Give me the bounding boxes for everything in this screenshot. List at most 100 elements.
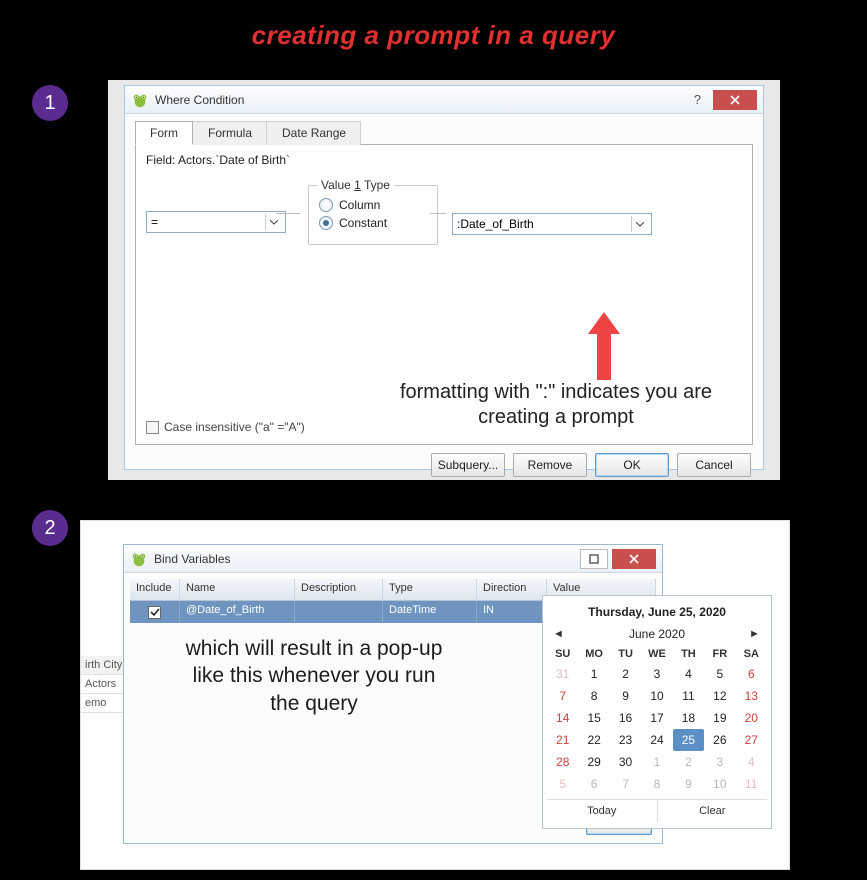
calendar-day[interactable]: 8 <box>578 685 609 707</box>
clear-button[interactable]: Clear <box>658 800 768 822</box>
radio-icon <box>319 198 333 212</box>
calendar-day[interactable]: 10 <box>641 685 672 707</box>
calendar-day[interactable]: 31 <box>547 663 578 685</box>
radio-column-label: Column <box>339 198 380 212</box>
calendar-day[interactable]: 19 <box>704 707 735 729</box>
calendar-day[interactable]: 11 <box>736 773 767 795</box>
cell-type[interactable]: DateTime <box>383 601 477 623</box>
calendar-day[interactable]: 24 <box>641 729 672 751</box>
tab-strip: Form Formula Date Range <box>135 120 753 145</box>
maximize-button[interactable] <box>580 549 608 569</box>
col-direction[interactable]: Direction <box>477 579 547 600</box>
calendar-day[interactable]: 21 <box>547 729 578 751</box>
red-arrow-annotation <box>584 310 624 380</box>
tab-formula[interactable]: Formula <box>193 121 267 145</box>
calendar-day[interactable]: 25 <box>673 729 704 751</box>
radio-constant[interactable]: Constant <box>319 216 427 230</box>
chevron-down-icon <box>265 214 281 230</box>
calendar-day[interactable]: 3 <box>641 663 672 685</box>
remove-button[interactable]: Remove <box>513 453 587 477</box>
subquery-button[interactable]: Subquery... <box>431 453 505 477</box>
calendar-day[interactable]: 6 <box>736 663 767 685</box>
cell-direction[interactable]: IN <box>477 601 547 623</box>
annotation-text-1: formatting with ":" indicates you are cr… <box>376 380 736 430</box>
today-button[interactable]: Today <box>547 800 658 822</box>
calendar-day[interactable]: 23 <box>610 729 641 751</box>
calendar-dow: TH <box>673 645 704 663</box>
page-title: creating a prompt in a query <box>0 0 867 51</box>
cell-name[interactable]: @Date_of_Birth <box>180 601 295 623</box>
step-badge-1: 1 <box>32 85 68 121</box>
calendar-day[interactable]: 16 <box>610 707 641 729</box>
frog-icon <box>130 550 148 568</box>
calendar-day[interactable]: 26 <box>704 729 735 751</box>
case-insensitive-label: Case insensitive ("a" ="A") <box>164 420 305 434</box>
col-include[interactable]: Include <box>130 579 180 600</box>
calendar-month-label[interactable]: June 2020 <box>629 627 685 641</box>
close-button[interactable] <box>612 549 656 569</box>
operator-select[interactable]: = <box>146 211 286 233</box>
calendar-day[interactable]: 20 <box>736 707 767 729</box>
calendar-footer: Today Clear <box>547 799 767 822</box>
tab-form[interactable]: Form <box>135 121 193 145</box>
close-button[interactable] <box>713 90 757 110</box>
calendar-day[interactable]: 4 <box>736 751 767 773</box>
checkbox-icon <box>146 421 159 434</box>
calendar-day[interactable]: 5 <box>704 663 735 685</box>
cancel-button[interactable]: Cancel <box>677 453 751 477</box>
next-month-button[interactable]: ► <box>749 628 761 640</box>
cell-description[interactable] <box>295 601 383 623</box>
calendar-day[interactable]: 7 <box>547 685 578 707</box>
calendar-day[interactable]: 11 <box>673 685 704 707</box>
calendar-day[interactable]: 12 <box>704 685 735 707</box>
checkbox-icon <box>148 606 161 619</box>
value-combo[interactable]: :Date_of_Birth <box>452 213 652 235</box>
calendar-day[interactable]: 17 <box>641 707 672 729</box>
col-name[interactable]: Name <box>180 579 295 600</box>
calendar-day[interactable]: 1 <box>641 751 672 773</box>
calendar-day[interactable]: 14 <box>547 707 578 729</box>
calendar-day[interactable]: 4 <box>673 663 704 685</box>
calendar-day[interactable]: 9 <box>673 773 704 795</box>
titlebar: Bind Variables <box>124 545 662 573</box>
col-type[interactable]: Type <box>383 579 477 600</box>
radio-icon <box>319 216 333 230</box>
calendar-day[interactable]: 22 <box>578 729 609 751</box>
radio-constant-label: Constant <box>339 216 387 230</box>
operator-value: = <box>151 215 158 229</box>
prev-month-button[interactable]: ◄ <box>553 628 565 640</box>
calendar-day[interactable]: 7 <box>610 773 641 795</box>
radio-column[interactable]: Column <box>319 198 427 212</box>
value-type-title: Value 1 Type <box>317 178 394 192</box>
calendar-day[interactable]: 15 <box>578 707 609 729</box>
tab-date-range[interactable]: Date Range <box>267 121 361 145</box>
field-label: Field: Actors.`Date of Birth` <box>146 153 742 167</box>
calendar-day[interactable]: 2 <box>673 751 704 773</box>
calendar-nav: ◄ June 2020 ► <box>547 625 767 645</box>
calendar-day[interactable]: 27 <box>736 729 767 751</box>
dialog-title: Where Condition <box>155 93 686 107</box>
ok-button[interactable]: OK <box>595 453 669 477</box>
calendar-day[interactable]: 3 <box>704 751 735 773</box>
form-tab-panel: Field: Actors.`Date of Birth` = Value 1 … <box>135 145 753 445</box>
calendar-day[interactable]: 6 <box>578 773 609 795</box>
calendar-day[interactable]: 8 <box>641 773 672 795</box>
cell-include[interactable] <box>130 601 180 623</box>
help-button[interactable]: ? <box>686 92 709 107</box>
calendar-grid: SUMOTUWETHFRSA31123456789101112131415161… <box>547 645 767 795</box>
calendar-day[interactable]: 10 <box>704 773 735 795</box>
calendar-day[interactable]: 28 <box>547 751 578 773</box>
col-description[interactable]: Description <box>295 579 383 600</box>
calendar-day[interactable]: 30 <box>610 751 641 773</box>
calendar-day[interactable]: 13 <box>736 685 767 707</box>
case-insensitive-checkbox[interactable]: Case insensitive ("a" ="A") <box>146 420 305 434</box>
calendar-day[interactable]: 2 <box>610 663 641 685</box>
calendar-day[interactable]: 1 <box>578 663 609 685</box>
annotation-text-2: which will result in a pop-up like this … <box>184 635 444 717</box>
calendar-day[interactable]: 29 <box>578 751 609 773</box>
calendar-dow: TU <box>610 645 641 663</box>
dialog-title: Bind Variables <box>154 552 576 566</box>
calendar-day[interactable]: 5 <box>547 773 578 795</box>
calendar-day[interactable]: 18 <box>673 707 704 729</box>
calendar-day[interactable]: 9 <box>610 685 641 707</box>
